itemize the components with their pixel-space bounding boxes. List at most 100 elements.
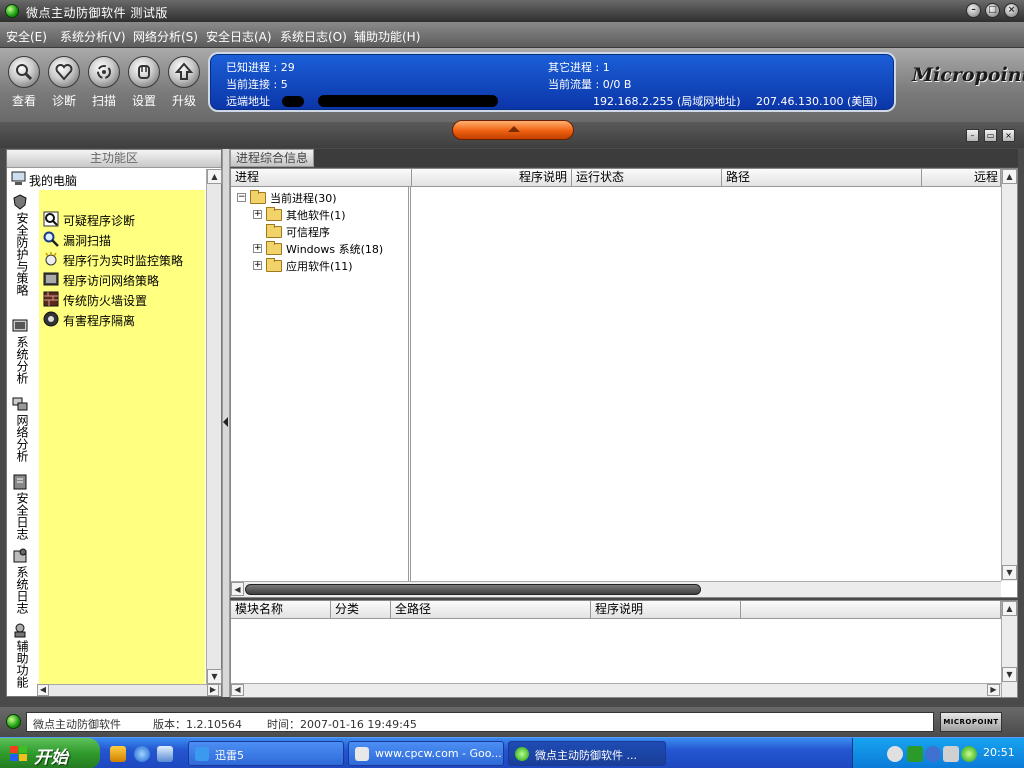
panel-splitter[interactable] bbox=[222, 149, 230, 697]
scrollbar-thumb[interactable] bbox=[245, 584, 701, 595]
pane-restore-button[interactable]: ▭ bbox=[984, 129, 997, 142]
tree-node-other-software[interactable]: + 其他软件(1) bbox=[253, 206, 403, 223]
diagnose-button[interactable]: 诊断 bbox=[44, 56, 84, 109]
column-run-state[interactable]: 运行状态 bbox=[572, 169, 722, 187]
left-horizontal-scrollbar[interactable]: ◀ ▶ bbox=[37, 684, 221, 696]
column-module-name[interactable]: 模块名称 bbox=[231, 601, 331, 619]
process-tree: − 当前进程(30) + 其他软件(1) 可信程序 + Windows 系统(1… bbox=[231, 187, 411, 581]
task-micropoint[interactable]: 微点主动防御软件 ... bbox=[508, 741, 666, 766]
other-process-count: 其它进程 : 1 bbox=[548, 61, 610, 74]
expand-toggle-icon[interactable]: + bbox=[253, 244, 262, 253]
scroll-left-icon[interactable]: ◀ bbox=[231, 582, 244, 596]
browser-icon bbox=[355, 747, 369, 761]
maximize-button[interactable]: □ bbox=[985, 3, 1000, 18]
collapse-left-icon[interactable] bbox=[223, 417, 228, 427]
column-remote[interactable]: 远程 bbox=[922, 169, 1001, 187]
folder-icon bbox=[266, 207, 282, 221]
tree-root-current-process[interactable]: − 当前进程(30) bbox=[237, 189, 407, 206]
redacted-mark bbox=[282, 96, 304, 107]
pane-close-button[interactable]: × bbox=[1002, 129, 1015, 142]
scroll-right-icon[interactable]: ▶ bbox=[987, 684, 1000, 696]
tray-volume-icon[interactable] bbox=[943, 746, 959, 762]
process-horizontal-scrollbar[interactable]: ◀ bbox=[231, 581, 1001, 597]
left-vertical-scrollbar[interactable]: ▲ ▼ bbox=[206, 169, 222, 685]
upgrade-button[interactable]: 升级 bbox=[164, 56, 204, 109]
scroll-down-icon[interactable]: ▼ bbox=[207, 669, 222, 684]
column-full-path[interactable]: 全路径 bbox=[391, 601, 591, 619]
minimize-button[interactable]: – bbox=[966, 3, 981, 18]
tree-node-windows-system[interactable]: + Windows 系统(18) bbox=[253, 240, 409, 257]
menu-network-analysis[interactable]: 网络分析(S) bbox=[133, 28, 198, 45]
scroll-right-icon[interactable]: ▶ bbox=[207, 684, 219, 696]
module-horizontal-scrollbar[interactable]: ◀ ▶ bbox=[231, 683, 1001, 697]
taskbar: 开始 迅雷5 www.cpcw.com - Goo... 微点主动防御软件 ..… bbox=[0, 737, 1024, 768]
tray-network-icon[interactable] bbox=[925, 746, 941, 762]
tab-network-analysis[interactable]: 网络分析 bbox=[9, 396, 33, 470]
menu-security-log[interactable]: 安全日志(A) bbox=[206, 28, 272, 45]
close-button[interactable]: × bbox=[1004, 3, 1019, 18]
tools-icon bbox=[14, 623, 26, 638]
my-computer-item[interactable]: 我的电脑 bbox=[7, 169, 207, 189]
scroll-up-icon[interactable]: ▲ bbox=[207, 169, 222, 184]
collapse-toggle-icon[interactable]: − bbox=[237, 193, 246, 202]
tab-system-analysis[interactable]: 系统分析 bbox=[9, 318, 33, 390]
column-process[interactable]: 进程 bbox=[231, 169, 412, 187]
quicklaunch-icon[interactable] bbox=[110, 746, 126, 762]
menu-help[interactable]: 辅助功能(H) bbox=[354, 28, 420, 45]
view-button[interactable]: 查看 bbox=[4, 56, 44, 109]
scroll-up-icon[interactable]: ▲ bbox=[1002, 601, 1017, 616]
menu-system-analysis[interactable]: 系统分析(V) bbox=[60, 28, 126, 45]
column-category[interactable]: 分类 bbox=[331, 601, 391, 619]
menu-system-log[interactable]: 系统日志(O) bbox=[280, 28, 347, 45]
status-time: 时间：2007-01-16 19:49:45 bbox=[267, 718, 417, 731]
tab-security-log[interactable]: 安全日志 bbox=[9, 474, 33, 546]
arrow-up-icon bbox=[508, 126, 520, 132]
tray-expand-icon[interactable] bbox=[887, 746, 903, 762]
ie-icon[interactable] bbox=[134, 746, 150, 762]
firewall-icon bbox=[43, 291, 59, 307]
column-path[interactable]: 路径 bbox=[722, 169, 922, 187]
desktop-icon[interactable] bbox=[157, 746, 173, 762]
info-panel: 已知进程 : 29 其它进程 : 1 当前连接 : 5 当前流量 : 0/0 B… bbox=[208, 52, 896, 112]
monitor-sparkle-icon bbox=[45, 252, 57, 266]
tab-process-info[interactable]: 进程综合信息 bbox=[230, 149, 314, 167]
menu-security[interactable]: 安全(E) bbox=[6, 28, 47, 45]
expand-toggle-icon[interactable]: + bbox=[253, 210, 262, 219]
remote-ip: 207.46.130.100 (美国) bbox=[756, 95, 878, 108]
scroll-left-icon[interactable]: ◀ bbox=[37, 684, 49, 696]
shield-icon bbox=[13, 194, 27, 210]
tab-system-log[interactable]: 系统日志 bbox=[9, 548, 33, 620]
scroll-left-icon[interactable]: ◀ bbox=[231, 684, 244, 696]
process-pane: 进程 程序说明 运行状态 路径 远程 − 当前进程(30) + 其他软件(1) … bbox=[230, 168, 1018, 598]
scroll-up-icon[interactable]: ▲ bbox=[1002, 169, 1017, 184]
process-vertical-scrollbar[interactable]: ▲ ▼ bbox=[1001, 169, 1017, 581]
scan-icon bbox=[97, 65, 111, 79]
start-button[interactable]: 开始 bbox=[0, 738, 100, 768]
tray-micropoint-icon[interactable] bbox=[961, 746, 977, 762]
task-xunlei[interactable]: 迅雷5 bbox=[188, 741, 344, 766]
view-label: 查看 bbox=[11, 94, 36, 108]
task-browser[interactable]: www.cpcw.com - Goo... bbox=[348, 741, 504, 766]
diagnose-label: 诊断 bbox=[51, 94, 76, 108]
tree-node-applications[interactable]: + 应用软件(11) bbox=[253, 257, 403, 274]
expand-toggle-icon[interactable]: + bbox=[253, 261, 262, 270]
scan-button[interactable]: 扫描 bbox=[84, 56, 124, 109]
column-module-description[interactable]: 程序说明 bbox=[591, 601, 741, 619]
collapse-toolbar-button[interactable] bbox=[452, 120, 574, 140]
scroll-down-icon[interactable]: ▼ bbox=[1002, 667, 1017, 682]
settings-button[interactable]: 设置 bbox=[124, 56, 164, 109]
panel-header: 主功能区 bbox=[7, 150, 221, 168]
tree-node-trusted[interactable]: 可信程序 bbox=[253, 223, 403, 240]
module-vertical-scrollbar[interactable]: ▲ ▼ bbox=[1001, 601, 1017, 697]
tray-g-icon[interactable] bbox=[907, 746, 923, 762]
heart-icon bbox=[55, 64, 73, 81]
micropoint-button[interactable]: MICROPOINT bbox=[940, 712, 1002, 732]
scan-label: 扫描 bbox=[91, 94, 116, 108]
tab-security-policy[interactable]: 安全防护与策略 bbox=[9, 194, 33, 306]
status-version: 版本：1.2.10564 bbox=[153, 718, 242, 731]
pane-minimize-button[interactable]: – bbox=[966, 129, 979, 142]
column-description[interactable]: 程序说明 bbox=[412, 169, 572, 187]
scroll-down-icon[interactable]: ▼ bbox=[1002, 565, 1017, 580]
upgrade-label: 升级 bbox=[171, 94, 196, 108]
tab-auxiliary[interactable]: 辅助功能 bbox=[9, 622, 33, 694]
